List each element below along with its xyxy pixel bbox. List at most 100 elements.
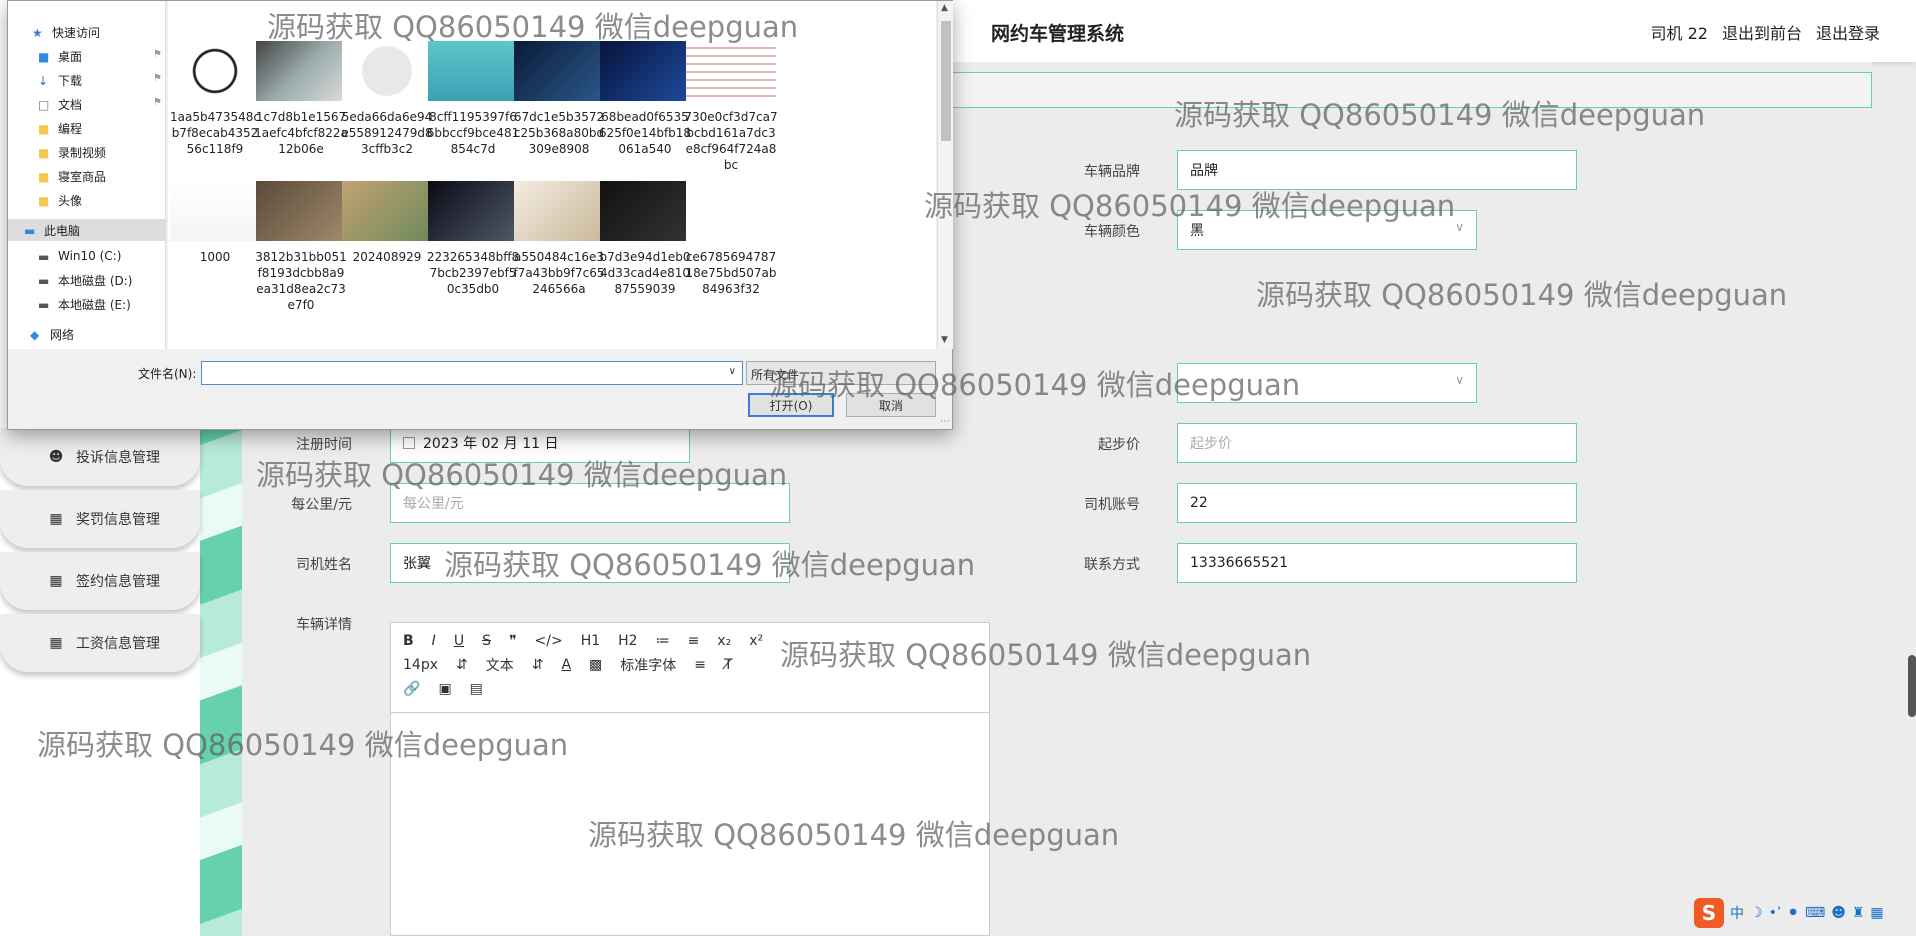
nav-item[interactable]: ★ 快速访问: [8, 21, 166, 43]
driver-name-label: 司机姓名: [296, 557, 352, 573]
filetype-select[interactable]: 所有文件: [746, 361, 936, 385]
app-title: 网约车管理系统: [991, 23, 1125, 45]
filename-label: 文件名(N):: [138, 367, 197, 381]
pin-icon[interactable]: ⚑: [153, 73, 162, 84]
user-icon[interactable]: ☻: [1831, 905, 1846, 921]
text-type-select[interactable]: 文本: [486, 655, 514, 675]
superscript-button[interactable]: x²: [749, 633, 763, 649]
punctuation-icon[interactable]: •’: [1769, 905, 1782, 921]
dialog-scrollbar[interactable]: ▲ ▼: [937, 1, 953, 349]
category-select[interactable]: ∨: [1177, 363, 1477, 403]
nav-item[interactable]: ◆ 网络: [8, 323, 166, 345]
nav-item-label: 寝室商品: [58, 169, 107, 184]
file-item[interactable]: 730e0cf3d7ca7bcbd161a7dc3e8cf964f724a8bc: [680, 41, 782, 201]
nav-item[interactable]: ■ 寝室商品: [8, 165, 166, 187]
nav-item[interactable]: ■ 编程: [8, 117, 166, 139]
chevron-down-icon[interactable]: ∨: [729, 366, 736, 377]
moon-icon[interactable]: ☽: [1750, 905, 1763, 921]
brand-label: 车辆品牌: [1084, 164, 1140, 180]
nav-item[interactable]: ■ 录制视频: [8, 141, 166, 163]
file-thumbnail-icon: [514, 41, 604, 101]
nav-item-label: 本地磁盘 (E:): [58, 297, 131, 312]
shirt-icon[interactable]: ♜: [1852, 905, 1865, 921]
grid-icon: ▦: [49, 511, 63, 527]
sidebar-item-rewards[interactable]: ▦ 奖罚信息管理: [0, 490, 200, 548]
nav-item-label: 文档: [58, 97, 83, 112]
logout-link[interactable]: 退出登录: [1816, 20, 1880, 44]
driver-account-label: 司机账号: [1084, 497, 1140, 513]
link-icon[interactable]: 🔗: [403, 681, 420, 697]
nav-item-label: 下载: [58, 73, 83, 88]
open-button[interactable]: 打开(O): [748, 393, 834, 417]
h2-button[interactable]: H2: [618, 633, 637, 649]
mic-icon[interactable]: ⚫: [1787, 905, 1799, 921]
nav-item[interactable]: ▬ 本地磁盘 (E:): [8, 293, 166, 315]
scroll-down-icon[interactable]: ▼: [941, 335, 948, 345]
sidebar-item-salary[interactable]: ▦ 工资信息管理: [0, 614, 200, 672]
per-km-input[interactable]: 每公里/元: [390, 483, 790, 523]
exit-to-front-link[interactable]: 退出到前台: [1722, 20, 1802, 44]
grid-icon[interactable]: ▦: [1870, 905, 1883, 921]
ime-toolbar[interactable]: S 中 ☽ •’ ⚫ ⌨ ☻ ♜ ▦: [1694, 897, 1916, 929]
font-color-icon[interactable]: A: [561, 657, 571, 673]
nav-item[interactable]: ▬ 此电脑: [8, 219, 166, 241]
font-size-select[interactable]: 14px: [403, 657, 438, 673]
contact-input[interactable]: 13336665521: [1177, 543, 1577, 583]
subscript-button[interactable]: x₂: [717, 633, 731, 649]
underline-button[interactable]: U: [454, 633, 464, 649]
rich-text-editor[interactable]: B I U S ❞ </> H1 H2 ≔ ≡ x₂ x² 14px ⇵ 文本 …: [390, 622, 990, 936]
nav-item[interactable]: ▬ Win10 (C:): [8, 245, 166, 267]
brand-input[interactable]: 品牌: [1177, 150, 1577, 190]
highlight-icon[interactable]: ▩: [589, 657, 602, 673]
page-scrollbar[interactable]: [1908, 655, 1916, 717]
sidebar-item-contracts[interactable]: ▦ 签约信息管理: [0, 552, 200, 610]
nav-item[interactable]: □ 文档 ⚑: [8, 93, 166, 115]
drive-icon: ▬: [38, 298, 50, 312]
file-thumbnail-icon: [514, 181, 604, 241]
cancel-button[interactable]: 取消: [846, 393, 936, 417]
sidebar-item-complaints[interactable]: ☻ 投诉信息管理: [0, 428, 200, 486]
clear-format-icon[interactable]: T̸: [724, 657, 733, 673]
pin-icon[interactable]: ⚑: [153, 49, 162, 60]
sogou-logo-icon: S: [1694, 898, 1724, 928]
bullet-list-button[interactable]: ≡: [688, 633, 700, 649]
nav-item-label: 录制视频: [58, 145, 107, 160]
font-family-select[interactable]: 标准字体: [620, 655, 676, 675]
file-thumbnail-icon: [600, 41, 690, 101]
folder-icon: ■: [38, 146, 50, 160]
quote-button[interactable]: ❞: [509, 633, 517, 649]
scroll-up-icon[interactable]: ▲: [941, 3, 948, 13]
strike-button[interactable]: S: [482, 633, 491, 649]
scroll-thumb[interactable]: [941, 21, 951, 141]
reg-time-label: 注册时间: [296, 437, 352, 453]
driver-name-input[interactable]: 张翼: [390, 543, 790, 583]
file-item[interactable]: ce678569478718e75bd507ab84963f32: [680, 181, 782, 341]
color-select[interactable]: 黑 ∨: [1177, 210, 1477, 250]
italic-button[interactable]: I: [432, 633, 436, 649]
bold-button[interactable]: B: [403, 633, 414, 649]
video-icon[interactable]: ▤: [470, 681, 483, 697]
image-icon[interactable]: ▣: [438, 681, 451, 697]
filename-input[interactable]: ∨: [201, 361, 743, 385]
file-open-dialog: ★ 快速访问 ■ 桌面 ⚑ ↓ 下载 ⚑ □ 文档 ⚑ ■ 编程 ■ 录制视频 ■ 寝室商品 ■ 头像 ▬ 此电脑 ▬ Wi…: [7, 0, 953, 430]
desktop-icon: ■: [38, 50, 50, 64]
ime-lang[interactable]: 中: [1730, 903, 1744, 923]
ordered-list-button[interactable]: ≔: [656, 633, 670, 649]
folder-icon: ■: [38, 122, 50, 136]
nav-item[interactable]: ■ 桌面 ⚑: [8, 45, 166, 67]
nav-item-label: 网络: [50, 327, 75, 342]
keyboard-icon[interactable]: ⌨: [1805, 905, 1825, 921]
driver-account-input[interactable]: 22: [1177, 483, 1577, 523]
start-price-input[interactable]: 起步价: [1177, 423, 1577, 463]
editor-toolbar: B I U S ❞ </> H1 H2 ≔ ≡ x₂ x² 14px ⇵ 文本 …: [391, 623, 989, 713]
nav-item[interactable]: ▬ 本地磁盘 (D:): [8, 269, 166, 291]
sidebar-item-label: 投诉信息管理: [76, 450, 160, 466]
nav-item[interactable]: ↓ 下载 ⚑: [8, 69, 166, 91]
code-button[interactable]: </>: [535, 633, 563, 649]
resize-grip-icon[interactable]: ⋯: [940, 416, 950, 427]
nav-item-label: 头像: [58, 193, 83, 208]
align-icon[interactable]: ≡: [694, 657, 706, 673]
pin-icon[interactable]: ⚑: [153, 97, 162, 108]
h1-button[interactable]: H1: [581, 633, 600, 649]
nav-item[interactable]: ■ 头像: [8, 189, 166, 211]
